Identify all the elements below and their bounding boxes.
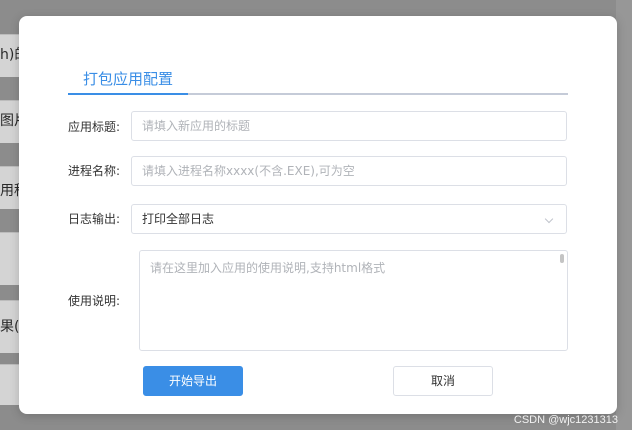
background-scroll-area [616, 0, 632, 430]
usage-label: 使用说明: [68, 294, 121, 308]
process-name-label: 进程名称: [68, 164, 121, 178]
process-name-input[interactable]: 请填入进程名称xxxx(不含.EXE),可为空 [131, 156, 567, 186]
app-title-label: 应用标题: [68, 120, 121, 134]
app-title-placeholder: 请填入新应用的标题 [142, 119, 251, 133]
chevron-down-icon [544, 214, 554, 224]
usage-placeholder: 请在这里加入应用的使用说明,支持html格式 [150, 261, 386, 275]
log-output-label: 日志输出: [68, 212, 121, 226]
app-title-input[interactable]: 请填入新应用的标题 [131, 111, 567, 141]
cancel-button[interactable]: 取消 [393, 366, 493, 396]
usage-textarea[interactable]: 请在这里加入应用的使用说明,支持html格式 [139, 250, 568, 351]
watermark: CSDN @wjc1231313 [513, 414, 618, 426]
tab-package-config[interactable]: 打包应用配置 [68, 68, 189, 95]
tab-bar: 打包应用配置 [68, 68, 568, 95]
export-button[interactable]: 开始导出 [143, 366, 243, 396]
scrollbar-thumb[interactable] [560, 254, 564, 263]
process-name-placeholder: 请填入进程名称xxxx(不含.EXE),可为空 [142, 164, 355, 178]
log-output-value: 打印全部日志 [142, 212, 215, 226]
log-output-select[interactable]: 打印全部日志 [131, 204, 567, 234]
config-dialog: 打包应用配置 应用标题: 请填入新应用的标题 进程名称: 请填入进程名称xxxx… [19, 16, 617, 414]
